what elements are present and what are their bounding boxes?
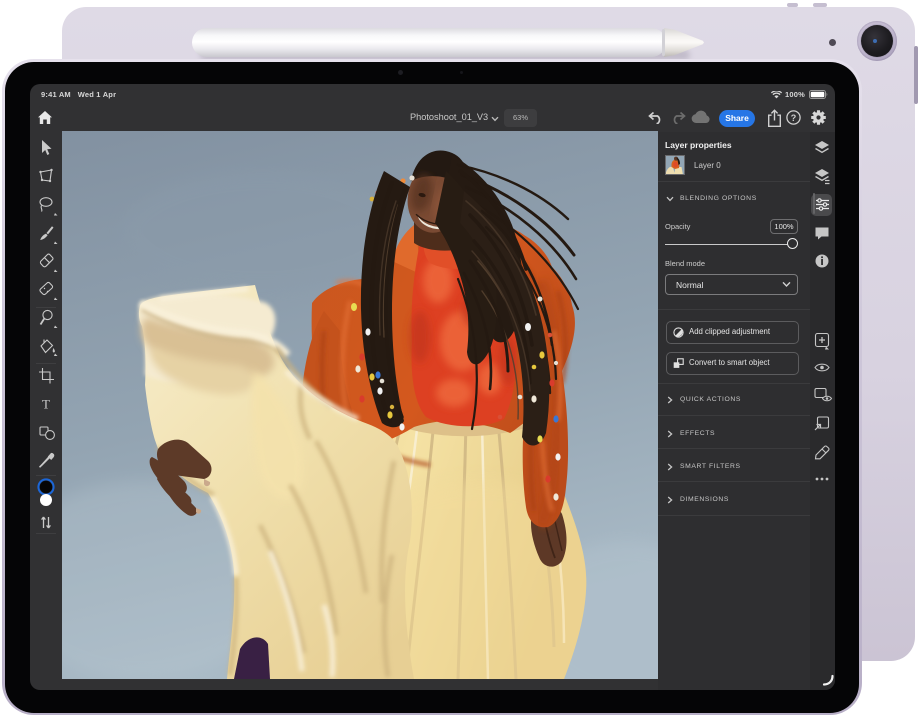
- svg-text:T: T: [42, 397, 50, 412]
- svg-text:?: ?: [791, 113, 797, 123]
